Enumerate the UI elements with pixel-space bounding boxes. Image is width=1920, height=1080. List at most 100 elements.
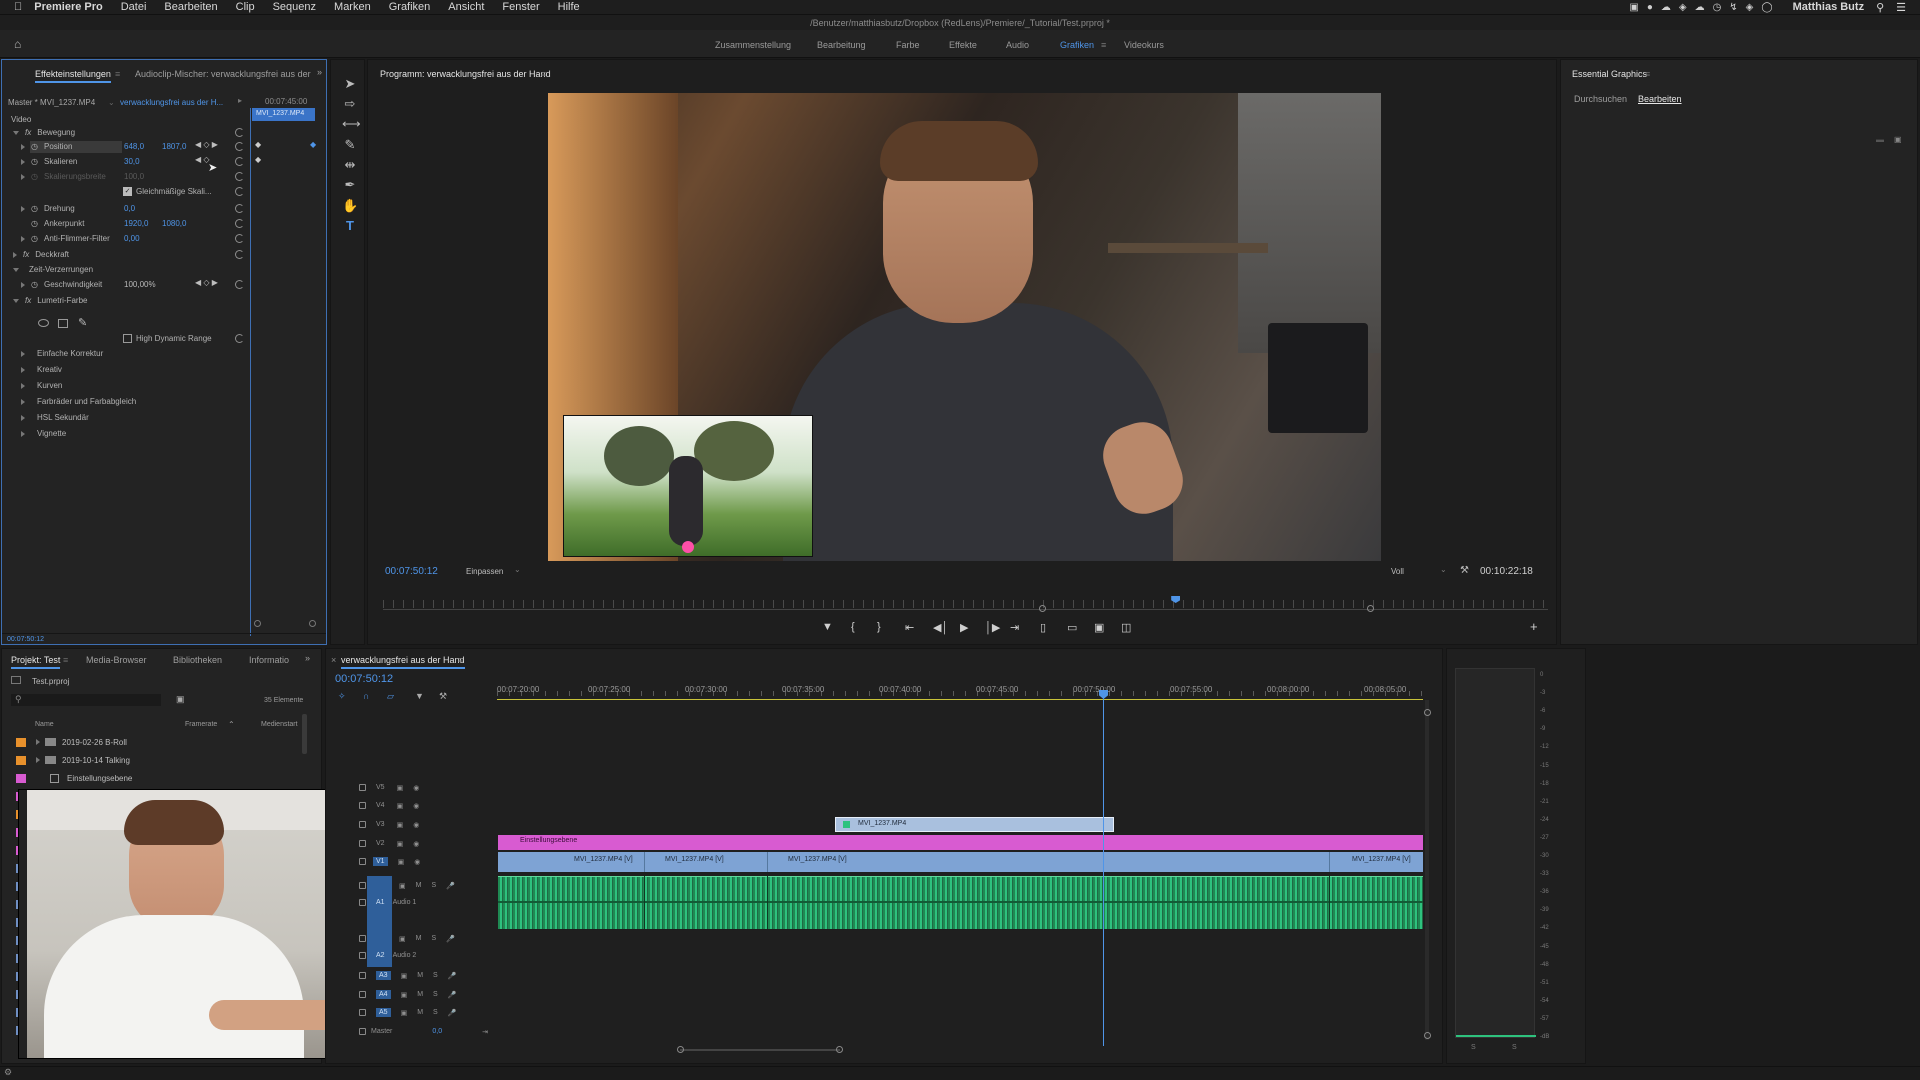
- panel-menu-icon[interactable]: ≡: [115, 69, 120, 79]
- sort-ascending-icon[interactable]: ⌃: [228, 720, 235, 729]
- sync-icon[interactable]: ▣: [401, 972, 408, 980]
- pen-mask-icon[interactable]: ✎: [78, 316, 87, 329]
- zoom-handle[interactable]: [309, 620, 316, 627]
- menu-ansicht[interactable]: Ansicht: [448, 1, 484, 13]
- tab-media-browser[interactable]: Media-Browser: [86, 655, 147, 665]
- panel-menu-icon[interactable]: ≡: [1645, 69, 1650, 79]
- lock-icon[interactable]: [359, 935, 366, 942]
- reset-icon[interactable]: [235, 204, 244, 213]
- status-icon[interactable]: ⚙: [4, 1067, 12, 1078]
- master-clip-select[interactable]: Master * MVI_1237.MP4: [8, 98, 95, 107]
- eye-icon[interactable]: ◉: [413, 840, 419, 848]
- expand-icon[interactable]: »: [305, 653, 310, 663]
- solo-left[interactable]: S: [1471, 1044, 1476, 1051]
- track-a5[interactable]: A5 ▣ M S 🎤: [357, 1005, 497, 1020]
- param-skalieren[interactable]: ◷ Skalieren: [21, 155, 77, 168]
- user-name[interactable]: Matthias Butz: [1793, 1, 1865, 13]
- chevron-down-icon[interactable]: ⌄: [514, 565, 521, 574]
- ws-farbe[interactable]: Farbe: [896, 40, 920, 50]
- mic-icon[interactable]: 🎤: [446, 882, 455, 890]
- effect-deckkraft[interactable]: fx Deckkraft: [13, 248, 69, 261]
- clip-v1[interactable]: MVI_1237.MP4 [V]: [1329, 852, 1423, 872]
- timeline-timecode[interactable]: 00:07:50:12: [335, 673, 393, 685]
- compare-icon[interactable]: ◫: [1121, 621, 1131, 634]
- add-marker-icon[interactable]: ▼: [415, 691, 424, 701]
- skalieren-value[interactable]: 30,0: [124, 157, 140, 166]
- column-medienstart[interactable]: Medienstart: [261, 721, 298, 728]
- mic-icon[interactable]: 🎤: [446, 935, 455, 943]
- go-to-in-icon[interactable]: ⇤: [905, 621, 914, 634]
- ws-bearbeitung[interactable]: Bearbeitung: [817, 40, 866, 50]
- lumetri-item[interactable]: Farbräder und Farbabgleich: [21, 395, 136, 408]
- param-ankerpunkt[interactable]: ◷ Ankerpunkt: [31, 217, 84, 230]
- keyframe-nav-icon[interactable]: ◀ ◇ ▶: [195, 140, 218, 149]
- nest-icon[interactable]: ✧: [338, 691, 346, 702]
- solo-icon[interactable]: S: [431, 882, 436, 889]
- wrench-icon[interactable]: ⚒: [439, 691, 447, 702]
- zoom-handle[interactable]: [254, 620, 261, 627]
- mute-icon[interactable]: M: [417, 1009, 423, 1016]
- eye-icon[interactable]: ◉: [414, 858, 420, 866]
- apple-icon[interactable]: : [14, 1, 22, 13]
- razor-tool-icon[interactable]: ✎: [342, 137, 358, 153]
- stopwatch-icon[interactable]: ◷: [31, 234, 38, 243]
- clip-chip[interactable]: MVI_1237.MP4: [252, 108, 315, 121]
- linked-selection-icon[interactable]: ▱: [387, 691, 394, 702]
- step-forward-icon[interactable]: │▶: [985, 621, 1000, 634]
- lock-icon[interactable]: [359, 821, 366, 828]
- keyframe-nav-icon[interactable]: ◀ ◇ ▶: [195, 278, 218, 287]
- expand-arrow-icon[interactable]: [21, 398, 25, 405]
- expand-arrow-icon[interactable]: [36, 739, 40, 745]
- new-layer-icon[interactable]: ▣: [1894, 135, 1902, 144]
- panel-menu-icon[interactable]: ≡: [541, 69, 546, 79]
- expand-arrow-icon[interactable]: [21, 382, 25, 389]
- stopwatch-icon[interactable]: ◷: [31, 280, 38, 289]
- clip-adjustment-layer[interactable]: Einstellungsebene: [498, 835, 1423, 850]
- param-gleichmaessig[interactable]: ✓ Gleichmäßige Skali...: [123, 185, 212, 198]
- checkbox-icon[interactable]: ✓: [123, 187, 132, 196]
- lock-icon[interactable]: [359, 882, 366, 889]
- mute-icon[interactable]: M: [417, 972, 423, 979]
- track-a2-controls[interactable]: ▣ M S 🎤: [357, 931, 497, 946]
- fx-icon[interactable]: fx: [25, 128, 31, 137]
- reset-icon[interactable]: [235, 172, 244, 181]
- program-title[interactable]: Programm: verwacklungsfrei aus der Hand: [380, 69, 551, 81]
- reset-icon[interactable]: [235, 128, 244, 137]
- export-frame-icon[interactable]: ▣: [1094, 621, 1104, 634]
- lumetri-item[interactable]: Kreativ: [21, 363, 62, 376]
- menu-marken[interactable]: Marken: [334, 1, 371, 13]
- collapse-icon[interactable]: [13, 298, 19, 303]
- zoom-handle[interactable]: [836, 1046, 843, 1053]
- fx-icon[interactable]: fx: [25, 296, 31, 305]
- expand-arrow-icon[interactable]: [21, 366, 25, 373]
- effect-zeit-verzerrungen[interactable]: Zeit-Verzerrungen: [13, 263, 93, 276]
- ws-zusammenstellung[interactable]: Zusammenstellung: [715, 40, 791, 50]
- slip-tool-icon[interactable]: ⇹: [342, 157, 358, 173]
- track-a3[interactable]: A3 ▣ M S 🎤: [357, 968, 497, 983]
- lock-icon[interactable]: [359, 972, 366, 979]
- panel-menu-icon[interactable]: ≡: [458, 655, 463, 665]
- tab-effekteinstellungen[interactable]: Effekteinstellungen: [35, 69, 111, 83]
- lock-icon[interactable]: [359, 991, 366, 998]
- keyframe-marker-icon[interactable]: ◆: [310, 140, 316, 149]
- keyframe-icon[interactable]: ◆: [255, 140, 261, 149]
- jump-to-end-icon[interactable]: ⇥: [482, 1028, 488, 1036]
- param-geschwindigkeit[interactable]: ◷ Geschwindigkeit: [21, 278, 102, 291]
- reset-icon[interactable]: [235, 219, 244, 228]
- geschwindigkeit-value[interactable]: 100,00%: [124, 280, 156, 289]
- pen-tool-icon[interactable]: ✒: [342, 177, 358, 193]
- clip-v3[interactable]: MVI_1237.MP4: [835, 817, 1114, 832]
- mic-icon[interactable]: 🎤: [448, 1009, 457, 1017]
- mute-icon[interactable]: M: [416, 882, 422, 889]
- solo-right[interactable]: S: [1512, 1044, 1517, 1051]
- step-back-icon[interactable]: ◀│: [933, 621, 948, 634]
- folder-icon[interactable]: ▬: [1876, 135, 1884, 144]
- expand-arrow-icon[interactable]: [21, 414, 25, 421]
- rect-mask-icon[interactable]: [58, 319, 68, 328]
- fx-icon[interactable]: fx: [23, 250, 29, 259]
- essential-title[interactable]: Essential Graphics: [1572, 69, 1647, 81]
- project-search-input[interactable]: [11, 694, 161, 706]
- expand-arrow-icon[interactable]: [21, 430, 25, 437]
- sync-icon[interactable]: ▣: [401, 991, 408, 999]
- app-name[interactable]: Premiere Pro: [34, 1, 102, 13]
